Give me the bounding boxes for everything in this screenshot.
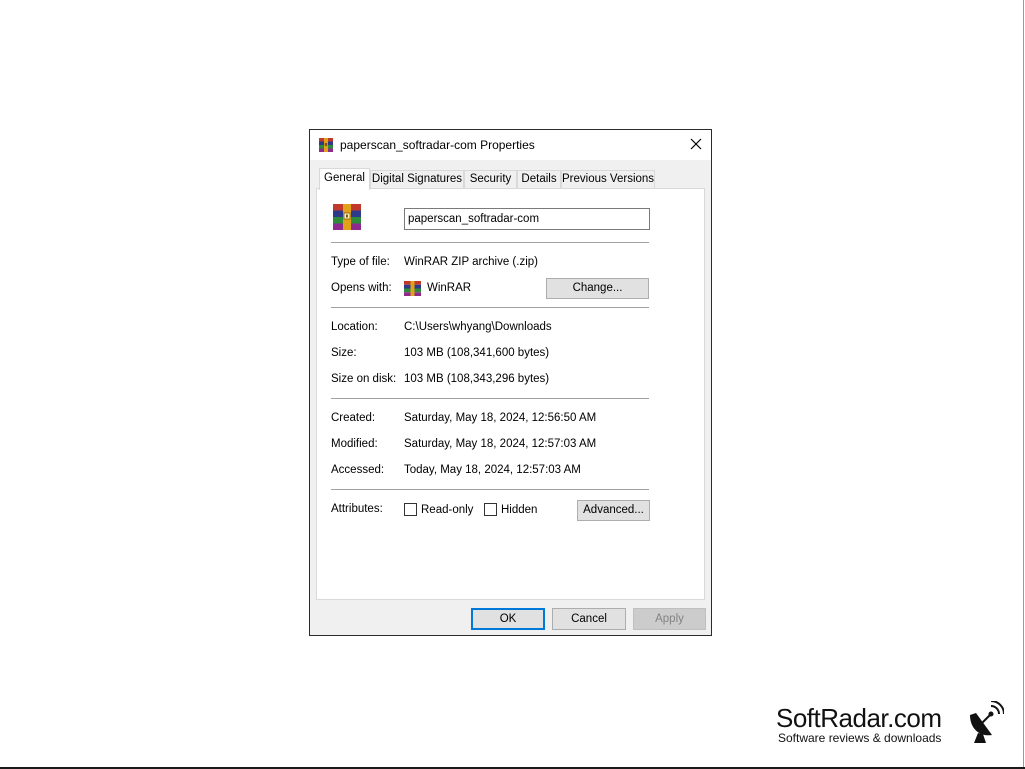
satellite-dish-icon: [970, 701, 1004, 743]
modified-label: Modified:: [331, 438, 378, 450]
size-value: 103 MB (108,341,600 bytes): [404, 347, 550, 359]
readonly-checkbox[interactable]: [404, 503, 417, 516]
close-icon: [690, 138, 702, 150]
watermark-tagline: Software reviews & downloads: [778, 731, 942, 745]
page-edge-right: [1023, 0, 1024, 769]
advanced-button[interactable]: Advanced...: [577, 500, 650, 521]
change-button[interactable]: Change...: [546, 278, 649, 299]
location-label: Location:: [331, 321, 378, 333]
title-bar[interactable]: paperscan_softradar-com Properties: [310, 130, 711, 160]
opens-with-label: Opens with:: [331, 282, 392, 294]
attributes-label: Attributes:: [331, 503, 383, 515]
apply-button[interactable]: Apply: [633, 608, 706, 630]
winrar-archive-icon: [333, 204, 361, 230]
size-on-disk-value: 103 MB (108,343,296 bytes): [404, 373, 550, 385]
tab-previous-versions[interactable]: Previous Versions: [561, 170, 655, 188]
created-label: Created:: [331, 412, 376, 424]
tab-details[interactable]: Details: [517, 170, 561, 188]
window-title: paperscan_softradar-com Properties: [340, 138, 535, 152]
accessed-value: Today, May 18, 2024, 12:57:03 AM: [404, 464, 581, 476]
separator: [331, 242, 649, 243]
tab-security[interactable]: Security: [464, 170, 517, 188]
tab-digital-signatures[interactable]: Digital Signatures: [370, 170, 464, 188]
winrar-icon: [319, 138, 333, 152]
file-name-input[interactable]: [404, 208, 650, 230]
separator: [331, 307, 649, 308]
hidden-label: Hidden: [501, 504, 538, 516]
ok-button[interactable]: OK: [471, 608, 545, 630]
modified-value: Saturday, May 18, 2024, 12:57:03 AM: [404, 438, 597, 450]
cancel-button[interactable]: Cancel: [552, 608, 626, 630]
accessed-label: Accessed:: [331, 464, 385, 476]
tab-general[interactable]: General: [319, 168, 370, 190]
separator: [331, 489, 649, 490]
properties-dialog: paperscan_softradar-com Properties Gener…: [309, 129, 712, 636]
location-value: C:\Users\whyang\Downloads: [404, 321, 552, 333]
type-value: WinRAR ZIP archive (.zip): [404, 256, 538, 268]
watermark-brand: SoftRadar.com: [776, 703, 942, 733]
winrar-icon: [404, 281, 421, 296]
readonly-label: Read-only: [421, 504, 474, 516]
opens-with-value: WinRAR: [427, 282, 472, 294]
close-button[interactable]: [681, 130, 711, 160]
size-on-disk-label: Size on disk:: [331, 373, 397, 385]
size-label: Size:: [331, 347, 357, 359]
separator: [331, 398, 649, 399]
created-value: Saturday, May 18, 2024, 12:56:50 AM: [404, 412, 597, 424]
hidden-checkbox[interactable]: [484, 503, 497, 516]
general-panel: Type of file: WinRAR ZIP archive (.zip) …: [316, 188, 705, 600]
type-label: Type of file:: [331, 256, 390, 268]
